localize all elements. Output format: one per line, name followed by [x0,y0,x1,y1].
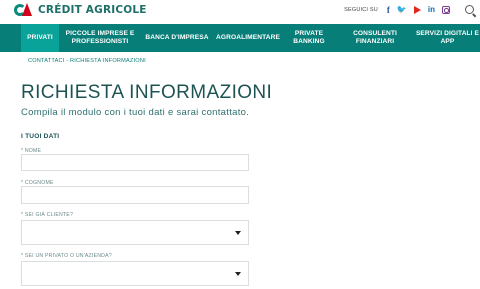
brand-logo[interactable]: CRÉDIT AGRICOLE [14,3,147,17]
nome-input[interactable] [21,154,249,171]
nav-item-privati[interactable]: PRIVATI [21,24,59,52]
linkedin-icon[interactable]: in [428,4,435,16]
privato-azienda-select[interactable] [21,261,249,286]
nav-item-servizi-digitali[interactable]: SERVIZI DIGITALI E APP [415,24,480,52]
chevron-down-icon [235,230,241,235]
nav-item-agroalimentare[interactable]: AGROALIMENTARE [213,24,283,52]
nav-item-banca-impresa[interactable]: BANCA D'IMPRESA [141,24,213,52]
social-label: SEGUICI SU [344,7,378,13]
form-section-title: I TUOI DATI [21,133,60,140]
facebook-icon[interactable]: f [387,4,390,16]
breadcrumb[interactable]: CONTATTACI - RICHIESTA INFORMAZIONI [28,58,146,64]
cognome-input[interactable] [21,186,249,204]
page-subtitle: Compila il modulo con i tuoi dati e sara… [21,107,250,118]
main-nav: PRIVATI PICCOLE IMPRESE E PROFESSIONISTI… [0,24,480,52]
instagram-icon[interactable] [442,6,450,14]
nav-item-private-banking[interactable]: PRIVATE BANKING [283,24,335,52]
chevron-down-icon [235,271,241,276]
nav-item-consulenti-finanziari[interactable]: CONSULENTI FINANZIARI [335,24,415,52]
brand-name: CRÉDIT AGRICOLE [38,4,147,16]
twitter-icon[interactable]: 🐦 [397,4,407,16]
top-bar: CRÉDIT AGRICOLE SEGUICI SU f 🐦 in [0,0,480,22]
nav-item-piccole-imprese[interactable]: PICCOLE IMPRESE E PROFESSIONISTI [59,24,141,52]
social-links: SEGUICI SU f 🐦 in [344,4,450,16]
gia-cliente-select[interactable] [21,220,249,245]
credit-agricole-logo-icon [14,3,34,17]
search-icon[interactable] [465,5,474,14]
gia-cliente-label: * SEI GIÀ CLIENTE? [21,212,74,218]
youtube-icon[interactable] [413,6,421,14]
page-title: RICHIESTA INFORMAZIONI [21,82,273,103]
privato-azienda-label: * SEI UN PRIVATO O UN'AZIENDA? [21,253,112,259]
